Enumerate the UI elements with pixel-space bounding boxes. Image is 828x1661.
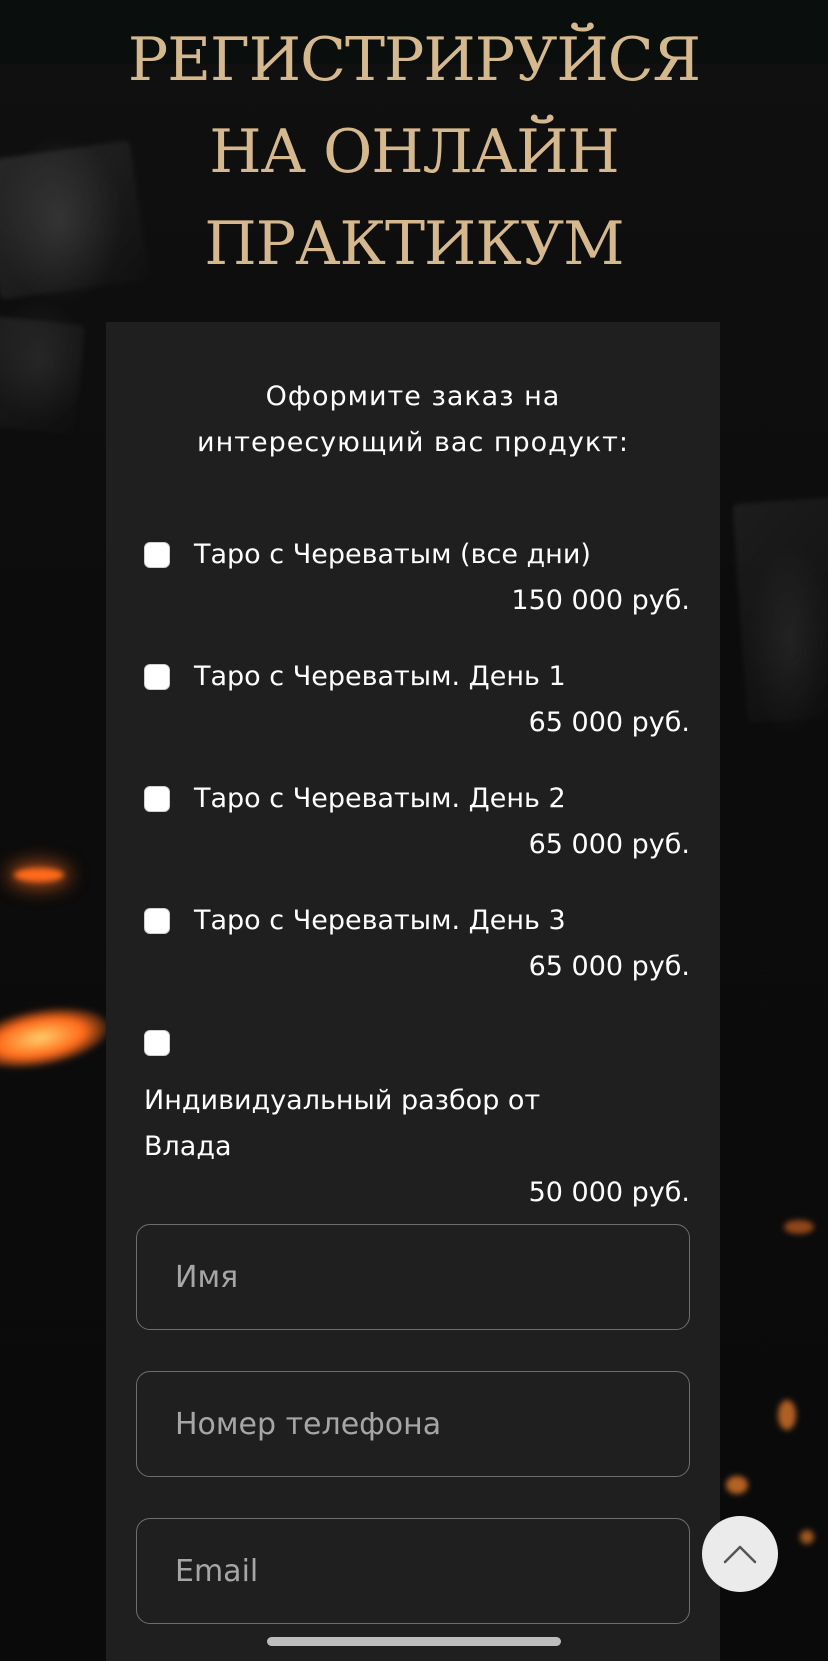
product-option-row	[144, 1020, 690, 1066]
chevron-up-icon	[723, 1545, 757, 1564]
product-checkbox[interactable]	[144, 664, 170, 690]
product-checkbox[interactable]	[144, 908, 170, 934]
name-field[interactable]	[136, 1224, 690, 1330]
product-option: Таро с Череватым. День 2 65 000 руб.	[144, 776, 690, 868]
product-option-price: 65 000 руб.	[528, 707, 690, 738]
product-option: Таро с Череватым. День 1 65 000 руб.	[144, 654, 690, 746]
scroll-to-top-button[interactable]	[702, 1516, 778, 1592]
product-option-label: Индивидуальный разбор от Влада	[144, 1085, 541, 1162]
decorative-ember	[726, 1476, 748, 1494]
product-checkbox[interactable]	[144, 542, 170, 568]
product-checkbox[interactable]	[144, 1030, 170, 1056]
page: РЕГИСТРИРУЙСЯ НА ОНЛАЙН ПРАКТИКУМ Оформи…	[0, 0, 828, 1661]
product-option-price: 150 000 руб.	[511, 585, 690, 616]
product-option: Таро с Череватым (все дни) 150 000 руб.	[144, 532, 690, 624]
product-option: Индивидуальный разбор от Влада 50 000 ру…	[144, 1020, 690, 1216]
product-option-row: Таро с Череватым. День 1	[144, 654, 690, 700]
product-option-row: Таро с Череватым. День 2	[144, 776, 690, 822]
decorative-tarot-card	[0, 315, 86, 435]
decorative-ember	[784, 1220, 814, 1234]
product-option-price: 65 000 руб.	[528, 951, 690, 982]
product-option-row: Таро с Череватым (все дни)	[144, 532, 690, 578]
product-option: Таро с Череватым. День 3 65 000 руб.	[144, 898, 690, 990]
decorative-ember	[800, 1530, 814, 1544]
product-option-label: Таро с Череватым (все дни)	[194, 539, 591, 570]
phone-field[interactable]	[136, 1371, 690, 1477]
home-indicator	[267, 1637, 561, 1646]
email-field[interactable]	[136, 1518, 690, 1624]
decorative-ember	[14, 868, 64, 882]
product-option-price: 65 000 руб.	[528, 829, 690, 860]
product-option-label: Таро с Череватым. День 2	[194, 783, 566, 814]
product-checkbox[interactable]	[144, 786, 170, 812]
product-option-price: 50 000 руб.	[528, 1177, 690, 1208]
product-option-label: Таро с Череватым. День 1	[194, 661, 566, 692]
product-option-label: Таро с Череватым. День 3	[194, 905, 566, 936]
page-title: РЕГИСТРИРУЙСЯ НА ОНЛАЙН ПРАКТИКУМ	[127, 25, 701, 279]
product-option-row: Таро с Череватым. День 3	[144, 898, 690, 944]
decorative-ember	[0, 998, 114, 1078]
form-heading: Оформите заказ на интересующий вас проду…	[197, 381, 629, 458]
decorative-tarot-card	[732, 496, 828, 724]
order-form-card: Оформите заказ на интересующий вас проду…	[106, 322, 720, 1661]
decorative-ember	[778, 1400, 796, 1430]
